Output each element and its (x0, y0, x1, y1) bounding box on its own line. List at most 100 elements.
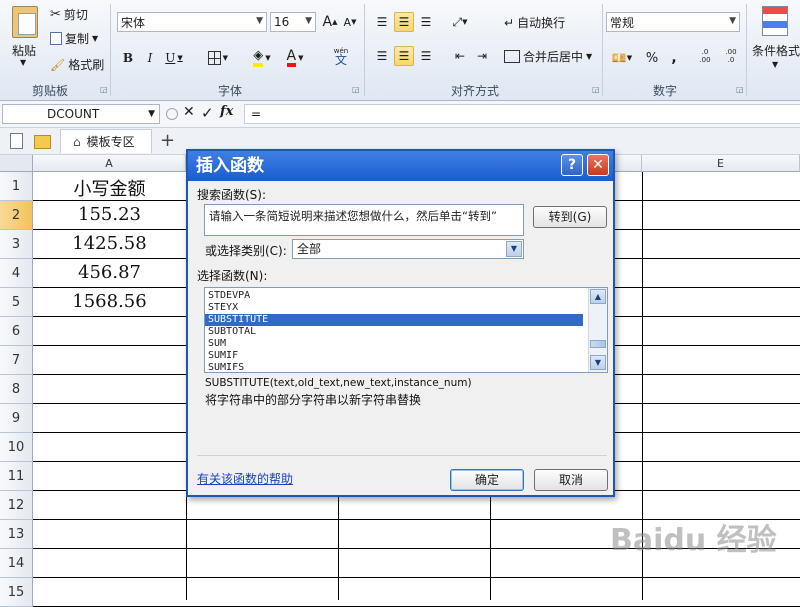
comma-button[interactable]: , (664, 48, 684, 68)
align-bottom-button[interactable]: ☰ (416, 12, 436, 32)
row-header[interactable]: 10 (0, 433, 33, 462)
scroll-down-button[interactable]: ▼ (590, 355, 606, 370)
row-header[interactable]: 11 (0, 462, 33, 491)
go-button-label: 转到(G) (548, 210, 592, 224)
row-header[interactable]: 2 (0, 201, 33, 230)
number-format-combo[interactable]: 常规 ▼ (606, 12, 740, 32)
italic-button[interactable]: I (140, 48, 160, 68)
row-header[interactable]: 13 (0, 520, 33, 549)
function-list-item[interactable]: SUMIFS (205, 362, 583, 372)
function-list-item[interactable]: SUBTOTAL (205, 326, 583, 338)
cancel-formula-button[interactable]: ✕ (183, 104, 195, 120)
function-list-item[interactable]: SUBSTITUTE (205, 314, 583, 326)
align-right-button[interactable]: ☰ (416, 46, 436, 66)
copy-label: 复制 (65, 32, 90, 46)
cancel-button[interactable]: 取消 (534, 469, 608, 491)
conditional-format-button[interactable]: 条件格式 ▼ (750, 4, 800, 74)
select-all-corner[interactable] (0, 155, 33, 172)
paste-button[interactable]: 粘贴 ▼ (8, 4, 42, 67)
currency-button[interactable]: 💴 ▼ (608, 48, 636, 68)
bold-button[interactable]: B (118, 48, 138, 68)
row-header[interactable]: 15 (0, 578, 33, 607)
function-list-item[interactable]: STDEVPA (205, 290, 583, 302)
orientation-button[interactable]: ⤢ ▼ (450, 12, 470, 32)
dialog-launcher-icon[interactable]: ◲ (100, 85, 108, 94)
underline-button[interactable]: U ▼ (164, 48, 184, 68)
function-list-item[interactable]: STEYX (205, 302, 583, 314)
fill-color-button[interactable]: ◈ ▼ (252, 48, 272, 68)
shrink-font-button[interactable]: A ▼ (340, 12, 360, 32)
dialog-launcher-icon[interactable]: ◲ (736, 85, 744, 94)
row-header[interactable]: 4 (0, 259, 33, 288)
search-function-input[interactable]: 请输入一条简短说明来描述您想做什么，然后单击“转到” (204, 204, 524, 236)
decrease-decimal-button[interactable]: .00 .0 (720, 46, 742, 66)
cell-a2[interactable]: 155.23 (34, 204, 185, 225)
cell-a1[interactable]: 小写金额 (34, 175, 185, 201)
decrease-indent-button[interactable]: ⇤ (450, 46, 470, 66)
grow-font-button[interactable]: A ▲ (320, 12, 340, 32)
format-painter-button[interactable]: 🖌 格式刷 (50, 56, 104, 73)
merge-center-button[interactable]: 合并后居中 ▼ (504, 48, 592, 65)
borders-button[interactable]: ▼ (208, 48, 228, 68)
scroll-thumb[interactable] (590, 340, 606, 348)
column-header-a[interactable]: A (33, 155, 186, 172)
merge-center-label: 合并后居中 (523, 50, 584, 64)
align-middle-button[interactable]: ☰ (394, 12, 414, 32)
help-button[interactable]: ? (561, 154, 583, 176)
dialog-launcher-icon[interactable]: ◲ (352, 85, 360, 94)
function-help-link[interactable]: 有关该函数的帮助 (197, 470, 293, 487)
formula-bar-divider-icon[interactable] (166, 108, 178, 120)
category-select[interactable]: 全部 ▼ (292, 239, 524, 259)
align-left-button[interactable]: ☰ (372, 46, 392, 66)
font-name-combo[interactable]: 宋体 ▼ (117, 12, 267, 32)
enter-formula-button[interactable]: ✓ (201, 104, 214, 122)
copy-button[interactable]: 复制 ▼ (50, 30, 98, 47)
new-doc-icon[interactable] (10, 133, 23, 149)
row-header[interactable]: 1 (0, 172, 33, 201)
formula-input[interactable]: = (244, 104, 800, 124)
tab-template[interactable]: ⌂ 模板专区 (60, 129, 152, 153)
add-tab-button[interactable]: + (160, 130, 175, 151)
function-list-item[interactable]: SUMIF (205, 350, 583, 362)
name-box[interactable]: DCOUNT ▼ (2, 104, 160, 124)
insert-function-button[interactable]: fx (220, 104, 233, 119)
cut-button[interactable]: ✂ 剪切 (50, 6, 88, 23)
row-header[interactable]: 12 (0, 491, 33, 520)
font-size-combo[interactable]: 16 ▼ (270, 12, 316, 32)
column-header-e[interactable]: E (642, 155, 800, 172)
close-button[interactable]: ✕ (587, 154, 609, 176)
row-header[interactable]: 14 (0, 549, 33, 578)
folder-icon[interactable] (34, 135, 51, 149)
increase-indent-button[interactable]: ⇥ (472, 46, 492, 66)
column-header-a-label: A (105, 157, 113, 170)
function-list-scrollbar[interactable]: ▲ ▼ (588, 288, 607, 372)
function-list-item[interactable]: SUM (205, 338, 583, 350)
ok-button[interactable]: 确定 (450, 469, 524, 491)
cut-label: 剪切 (63, 8, 88, 22)
align-center-button[interactable]: ☰ (394, 46, 414, 66)
go-button[interactable]: 转到(G) (533, 206, 607, 228)
phonetic-button[interactable]: wén 文 (328, 46, 354, 66)
cell-a5[interactable]: 1568.56 (34, 291, 185, 312)
row-header[interactable]: 5 (0, 288, 33, 317)
align-top-button[interactable]: ☰ (372, 12, 392, 32)
function-listbox[interactable]: STDEVPA STEYX SUBSTITUTE SUBTOTAL SUM SUMIF SU… (204, 287, 608, 373)
scroll-up-button[interactable]: ▲ (590, 289, 606, 304)
wrap-text-button[interactable]: ↵ 自动换行 (504, 14, 565, 31)
increase-decimal-button[interactable]: .0 .00 (694, 46, 716, 66)
row-header[interactable]: 8 (0, 375, 33, 404)
chevron-down-icon[interactable]: ▼ (506, 241, 522, 257)
row-header[interactable]: 7 (0, 346, 33, 375)
dialog-title-bar[interactable]: 插入函数 (188, 151, 613, 181)
percent-button[interactable]: % (642, 48, 662, 68)
brush-icon: 🖌 (50, 57, 66, 72)
cell-a3[interactable]: 1425.58 (34, 233, 185, 254)
chevron-down-icon[interactable]: ▼ (148, 105, 155, 123)
dialog-launcher-icon[interactable]: ◲ (592, 85, 600, 94)
row-header[interactable]: 9 (0, 404, 33, 433)
row-header[interactable]: 3 (0, 230, 33, 259)
align-middle-icon: ☰ (398, 15, 410, 29)
font-color-button[interactable]: A ▼ (285, 48, 305, 68)
row-header[interactable]: 6 (0, 317, 33, 346)
cell-a4[interactable]: 456.87 (34, 262, 185, 283)
